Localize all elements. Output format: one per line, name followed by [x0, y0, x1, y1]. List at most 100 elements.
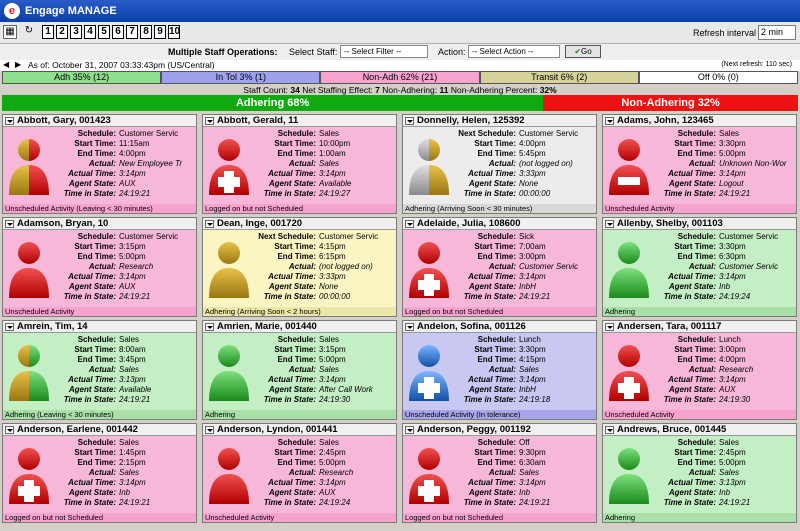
agent-card[interactable]: Andrews, Bruce, 001445 Schedule: Sales Star…: [602, 423, 797, 523]
agent-card[interactable]: Abbott, Gerald, 11 Schedule: Sales Start Ti…: [202, 114, 397, 214]
nav-next-icon[interactable]: ▶: [15, 60, 21, 69]
field-value: 4:00pm: [119, 149, 146, 158]
card-menu-chevron-icon[interactable]: [205, 117, 214, 125]
agent-name: Anderson, Peggy, 001192: [417, 424, 531, 435]
agent-card-header[interactable]: Andersen, Tara, 001117: [603, 321, 796, 333]
card-menu-chevron-icon[interactable]: [405, 220, 414, 228]
tab-1[interactable]: 1: [42, 25, 54, 39]
field-label: Schedule:: [277, 129, 316, 138]
card-menu-chevron-icon[interactable]: [205, 323, 214, 331]
agent-card-header[interactable]: Andrews, Bruce, 001445: [603, 424, 796, 436]
field-label: Schedule:: [677, 129, 716, 138]
field-actual: Actual: New Employee Tr: [49, 159, 195, 169]
tab-6[interactable]: 6: [112, 25, 124, 39]
go-button[interactable]: ✔Go: [565, 45, 601, 58]
agent-card[interactable]: Amrein, Tim, 14 Schedule: Sales Start Time:…: [2, 320, 197, 420]
tab-10[interactable]: 10: [168, 25, 180, 39]
tab-4[interactable]: 4: [84, 25, 96, 39]
card-menu-chevron-icon[interactable]: [605, 323, 614, 331]
agent-card[interactable]: Allenby, Shelby, 001103 Schedule: Customer…: [602, 217, 797, 317]
agent-card-header[interactable]: Abbott, Gary, 001423: [3, 115, 196, 127]
agent-card[interactable]: Adamson, Bryan, 10 Schedule: Customer Serv…: [2, 217, 197, 317]
field-label: Actual Time:: [268, 478, 316, 487]
field-actual: Actual: Sales: [249, 159, 395, 169]
agent-card-header[interactable]: Amrien, Marie, 001440: [203, 321, 396, 333]
agent-card[interactable]: Adams, John, 123465 Schedule: Sales Start T…: [602, 114, 797, 214]
category-0[interactable]: Adh 35% (12): [2, 71, 162, 84]
action-select[interactable]: -- Select Action --: [468, 45, 560, 58]
agent-card[interactable]: Dean, Inge, 001720 Next Schedule: Customer…: [202, 217, 397, 317]
agent-card[interactable]: Amrien, Marie, 001440 Schedule: Sales Start…: [202, 320, 397, 420]
agent-card-header[interactable]: Adamson, Bryan, 10: [3, 218, 196, 230]
card-menu-chevron-icon[interactable]: [5, 117, 14, 125]
staff-count-label: Staff Count:: [243, 85, 289, 95]
refresh-interval-select[interactable]: 2 min: [758, 25, 796, 40]
agent-card-header[interactable]: Andelon, Sofina, 001126: [403, 321, 596, 333]
agent-card[interactable]: Andersen, Tara, 001117 Schedule: Lunch Star…: [602, 320, 797, 420]
card-menu-chevron-icon[interactable]: [5, 323, 14, 331]
field-actual: Actual: Sales: [49, 365, 195, 375]
field-value: Sales: [319, 335, 340, 344]
field-actual: Actual: Research: [649, 365, 795, 375]
field-value: 24:19:24: [319, 498, 351, 507]
tab-7[interactable]: 7: [126, 25, 138, 39]
refresh-icon[interactable]: ↻: [22, 25, 36, 39]
agent-card-header[interactable]: Anderson, Lyndon, 001441: [203, 424, 396, 436]
card-menu-chevron-icon[interactable]: [405, 323, 414, 331]
field-value: 3:00pm: [519, 252, 546, 261]
card-menu-chevron-icon[interactable]: [5, 220, 14, 228]
field-label: Schedule:: [77, 232, 116, 241]
category-3[interactable]: Transit 6% (2): [479, 71, 639, 84]
agent-card[interactable]: Donnelly, Helen, 125392 Next Schedule: Cus…: [402, 114, 597, 214]
card-menu-chevron-icon[interactable]: [605, 117, 614, 125]
card-menu-chevron-icon[interactable]: [405, 117, 414, 125]
category-4[interactable]: Off 0% (0): [638, 71, 798, 84]
agent-card-header[interactable]: Allenby, Shelby, 001103: [603, 218, 796, 230]
filter-select[interactable]: -- Select Filter --: [340, 45, 428, 58]
field-agent-state: Agent State: Available: [249, 179, 395, 189]
field-label: Time in State:: [663, 189, 716, 198]
tab-5[interactable]: 5: [98, 25, 110, 39]
card-menu-chevron-icon[interactable]: [605, 426, 614, 434]
tab-2[interactable]: 2: [56, 25, 68, 39]
card-menu-chevron-icon[interactable]: [605, 220, 614, 228]
tab-3[interactable]: 3: [70, 25, 82, 39]
category-1[interactable]: In Tol 3% (1): [161, 71, 321, 84]
agent-card-header[interactable]: Dean, Inge, 001720: [203, 218, 396, 230]
field-value: InbH: [519, 385, 536, 394]
field-start: Start Time: 3:15pm: [49, 242, 195, 252]
tab-9[interactable]: 9: [154, 25, 166, 39]
agent-card-header[interactable]: Anderson, Earlene, 001442: [3, 424, 196, 436]
field-value: 3:14pm: [719, 272, 746, 281]
grid-view-icon[interactable]: ▦: [3, 25, 17, 39]
agent-card[interactable]: Abbott, Gary, 001423 Schedule: Customer Se…: [2, 114, 197, 214]
card-menu-chevron-icon[interactable]: [405, 426, 414, 434]
agent-card-header[interactable]: Abbott, Gerald, 11: [203, 115, 396, 127]
agent-status-footer: Adhering: [603, 307, 796, 316]
card-menu-chevron-icon[interactable]: [5, 426, 14, 434]
card-menu-chevron-icon[interactable]: [205, 220, 214, 228]
field-value: 1:00am: [319, 149, 346, 158]
agent-card[interactable]: Adelaide, Julia, 108600 Schedule: Sick Star…: [402, 217, 597, 317]
field-end: End Time: 5:00pm: [649, 149, 795, 159]
agent-card[interactable]: Anderson, Lyndon, 001441 Schedule: Sales St…: [202, 423, 397, 523]
agent-card-header[interactable]: Amrein, Tim, 14: [3, 321, 196, 333]
agent-card[interactable]: Andelon, Sofina, 001126 Schedule: Lunch Sta…: [402, 320, 597, 420]
field-agent-state: Agent State: InbH: [449, 282, 595, 292]
field-value: 2:45pm: [319, 448, 346, 457]
agent-card[interactable]: Anderson, Earlene, 001442 Schedule: Sales S…: [2, 423, 197, 523]
agent-card-header[interactable]: Adams, John, 123465: [603, 115, 796, 127]
field-agent-state: Agent State: Inb: [449, 488, 595, 498]
agent-card[interactable]: Anderson, Peggy, 001192 Schedule: Off Start…: [402, 423, 597, 523]
agent-card-header[interactable]: Anderson, Peggy, 001192: [403, 424, 596, 436]
nav-prev-icon[interactable]: ◀: [3, 60, 9, 69]
category-2[interactable]: Non-Adh 62% (21): [320, 71, 480, 84]
agent-card-header[interactable]: Donnelly, Helen, 125392: [403, 115, 596, 127]
field-value: 7:00am: [519, 242, 546, 251]
tab-8[interactable]: 8: [140, 25, 152, 39]
field-value: Lunch: [719, 335, 741, 344]
agent-card-header[interactable]: Adelaide, Julia, 108600: [403, 218, 596, 230]
card-menu-chevron-icon[interactable]: [205, 426, 214, 434]
field-end: End Time: 3:45pm: [49, 355, 195, 365]
field-actual: Actual: Research: [49, 262, 195, 272]
